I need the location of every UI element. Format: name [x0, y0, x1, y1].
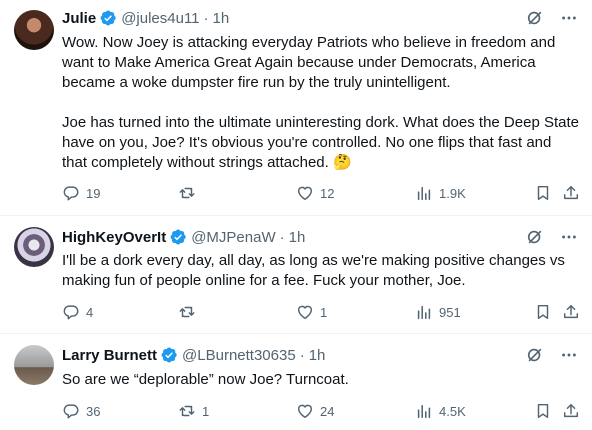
- bookmark-button[interactable]: [534, 401, 552, 421]
- like-count: 24: [320, 403, 335, 419]
- tweet-paragraph: Wow. Now Joey is attacking everyday Patr…: [62, 34, 556, 91]
- retweet-button[interactable]: [178, 302, 202, 322]
- reply-button[interactable]: 36: [62, 401, 100, 421]
- like-button[interactable]: 1: [296, 302, 327, 322]
- reply-button[interactable]: 19: [62, 183, 100, 203]
- avatar[interactable]: [14, 345, 54, 385]
- more-icon[interactable]: [560, 228, 578, 246]
- bookmark-button[interactable]: [534, 183, 552, 203]
- like-count: 12: [320, 185, 335, 201]
- tweet-text: Wow. Now Joey is attacking everyday Patr…: [62, 33, 580, 173]
- share-icon: [562, 184, 580, 202]
- author-handle[interactable]: @MJPenaW: [191, 229, 275, 246]
- tweet-actions: 19 12 1.9K: [62, 183, 580, 203]
- share-icon: [562, 303, 580, 321]
- separator: ·: [203, 9, 209, 27]
- retweet-icon: [178, 184, 196, 202]
- more-icon[interactable]: [560, 346, 578, 364]
- retweet-button[interactable]: [178, 183, 202, 203]
- author-handle[interactable]: @LBurnett30635: [182, 347, 296, 364]
- views-button[interactable]: 1.9K: [415, 183, 466, 203]
- views-button[interactable]: 951: [415, 302, 461, 322]
- reply-icon: [62, 184, 80, 202]
- share-button[interactable]: [562, 183, 580, 203]
- tweet-header: HighKeyOverIt @MJPenaW · 1h: [62, 227, 305, 247]
- bookmark-icon: [534, 184, 552, 202]
- like-icon: [296, 184, 314, 202]
- tweet-paragraph: I'll be a dork every day, all day, as lo…: [62, 252, 565, 289]
- views-count: 4.5K: [439, 403, 466, 419]
- avatar[interactable]: [14, 10, 54, 50]
- share-button[interactable]: [562, 401, 580, 421]
- views-button[interactable]: 4.5K: [415, 401, 466, 421]
- like-button[interactable]: 24: [296, 401, 334, 421]
- tweet-top-icons: [526, 227, 578, 247]
- tweet-text: So are we “deplorable” now Joe? Turncoat…: [62, 370, 580, 390]
- author-handle[interactable]: @jules4u11: [121, 10, 199, 27]
- views-count: 951: [439, 304, 461, 320]
- like-button[interactable]: 12: [296, 183, 334, 203]
- verified-badge-icon: [99, 9, 117, 27]
- timestamp[interactable]: 1h: [213, 10, 230, 27]
- tweet-header: Larry Burnett @LBurnett30635 · 1h: [62, 345, 325, 365]
- retweet-icon: [178, 303, 196, 321]
- avatar[interactable]: [14, 227, 54, 267]
- views-icon: [415, 184, 433, 202]
- like-icon: [296, 402, 314, 420]
- bookmark-icon: [534, 303, 552, 321]
- timestamp[interactable]: 1h: [309, 347, 326, 364]
- tweet-top-icons: [526, 8, 578, 28]
- tweet-text: I'll be a dork every day, all day, as lo…: [62, 251, 580, 291]
- verified-badge-icon: [169, 228, 187, 246]
- tweet-actions: 4 1 951: [62, 302, 580, 322]
- share-button[interactable]: [562, 302, 580, 322]
- like-count: 1: [320, 304, 328, 320]
- reply-count: 4: [86, 304, 94, 320]
- retweet-icon: [178, 402, 196, 420]
- tweet-paragraph: Joe has turned into the ultimate uninter…: [62, 114, 579, 171]
- views-icon: [415, 303, 433, 321]
- reply-button[interactable]: 4: [62, 302, 93, 322]
- like-icon: [296, 303, 314, 321]
- separator: ·: [299, 346, 305, 364]
- grok-icon[interactable]: [526, 9, 544, 27]
- bookmark-icon: [534, 402, 552, 420]
- views-icon: [415, 402, 433, 420]
- views-count: 1.9K: [439, 185, 466, 201]
- tweet-actions: 36 1 24 4.5K: [62, 401, 580, 421]
- bookmark-button[interactable]: [534, 302, 552, 322]
- grok-icon[interactable]: [526, 346, 544, 364]
- tweet-header: Julie @jules4u11 · 1h: [62, 8, 229, 28]
- verified-badge-icon: [160, 346, 178, 364]
- retweet-count: 1: [202, 403, 210, 419]
- separator: ·: [279, 228, 285, 246]
- reply-icon: [62, 303, 80, 321]
- author-name[interactable]: HighKeyOverIt: [62, 229, 166, 246]
- reply-count: 19: [86, 185, 101, 201]
- author-name[interactable]: Larry Burnett: [62, 347, 157, 364]
- share-icon: [562, 402, 580, 420]
- tweet-paragraph: So are we “deplorable” now Joe? Turncoat…: [62, 371, 349, 388]
- reply-count: 36: [86, 403, 101, 419]
- more-icon[interactable]: [560, 9, 578, 27]
- grok-icon[interactable]: [526, 228, 544, 246]
- timestamp[interactable]: 1h: [289, 229, 306, 246]
- tweet-top-icons: [526, 345, 578, 365]
- reply-icon: [62, 402, 80, 420]
- author-name[interactable]: Julie: [62, 10, 96, 27]
- retweet-button[interactable]: 1: [178, 401, 209, 421]
